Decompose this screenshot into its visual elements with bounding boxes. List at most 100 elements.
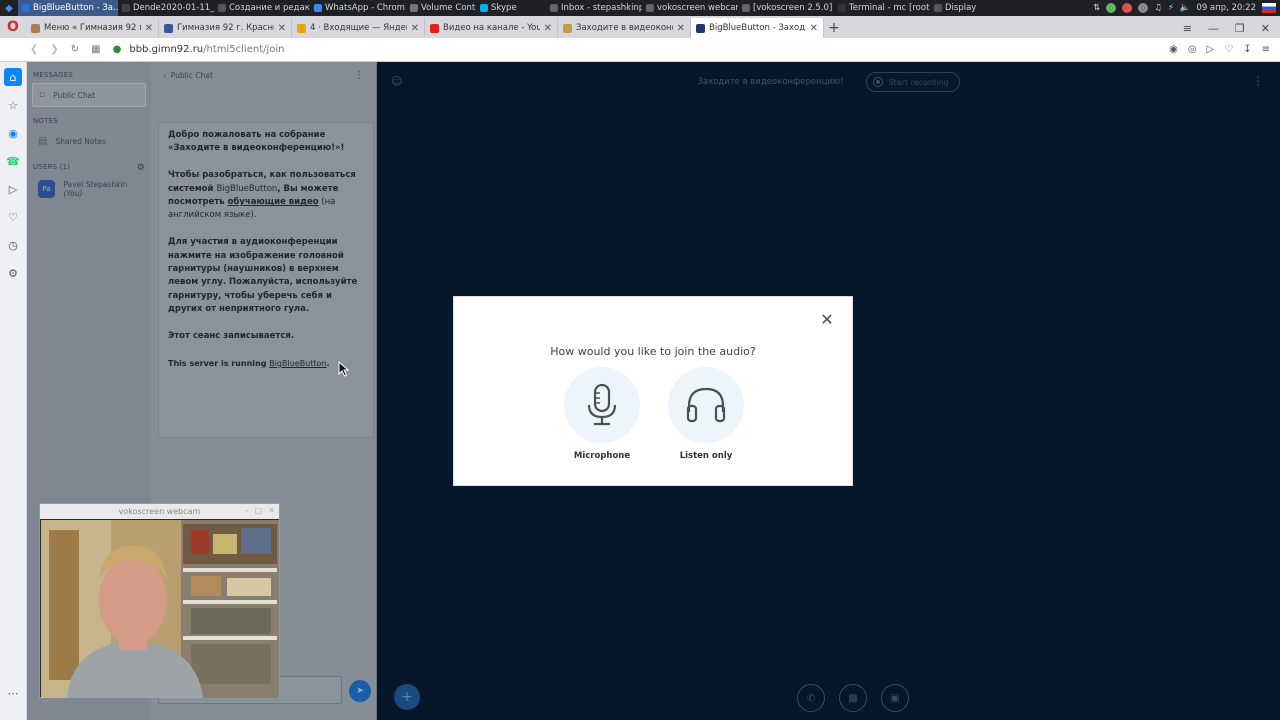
url-path: /html5client/join bbox=[203, 44, 285, 55]
home-icon[interactable]: ⌂ bbox=[4, 68, 22, 86]
more-dots-icon[interactable]: ⋯ bbox=[8, 687, 19, 700]
tab-close-icon[interactable]: ✕ bbox=[411, 23, 419, 34]
tab-menu-icon[interactable]: ≡ bbox=[1183, 22, 1192, 35]
webcam-scene-image bbox=[41, 520, 279, 698]
user-list-item[interactable]: Pa Pavel Stepashkin (You) bbox=[32, 177, 146, 201]
power-icon[interactable]: ⚡ bbox=[1168, 3, 1174, 13]
whatsapp-icon[interactable]: ☎ bbox=[4, 152, 22, 170]
webcam-maximize-icon[interactable]: □ bbox=[255, 506, 263, 515]
taskbar-task[interactable]: Dende2020-01-11_... bbox=[118, 0, 214, 16]
close-modal-button[interactable]: ✕ bbox=[819, 310, 835, 329]
taskbar-task[interactable]: Создание и редак... bbox=[214, 0, 310, 16]
taskbar-app-icon bbox=[646, 4, 654, 12]
users-settings-gear-icon[interactable]: ⚙ bbox=[137, 163, 145, 173]
personal-news-heart-icon[interactable]: ♡ bbox=[4, 208, 22, 226]
tab-grid-icon[interactable]: ▦ bbox=[91, 44, 100, 55]
forward-icon[interactable]: ❯ bbox=[50, 44, 58, 55]
browser-tab[interactable]: Заходите в видеоконфе ✕ bbox=[558, 18, 691, 38]
recording-notice: Этот сеанс записывается. bbox=[168, 331, 295, 342]
actions-plus-button[interactable]: + bbox=[394, 684, 420, 710]
send-icon[interactable]: ▷ bbox=[1207, 44, 1215, 55]
tutorial-bbb: BigBlueButton bbox=[216, 183, 278, 194]
webcam-minimize-icon[interactable]: – bbox=[245, 506, 249, 515]
record-icon bbox=[872, 77, 883, 87]
public-chat-item[interactable]: ▫ Public Chat bbox=[32, 83, 146, 107]
record-button[interactable]: Start recording bbox=[865, 72, 960, 92]
lock-icon[interactable]: ● bbox=[113, 44, 122, 55]
flow-send-icon[interactable]: ▷ bbox=[4, 180, 22, 198]
tab-close-icon[interactable]: ✕ bbox=[810, 23, 818, 34]
taskbar-task[interactable]: vokoscreen webcam bbox=[642, 0, 738, 16]
taskbar-task[interactable]: Inbox - stepashkinp... bbox=[546, 0, 642, 16]
notification-bell-icon[interactable]: ♫ bbox=[1154, 3, 1162, 13]
browser-tab[interactable]: BigBlueButton - Заходит ✕ bbox=[691, 18, 824, 38]
shared-notes-item[interactable]: ▤ Shared Notes bbox=[32, 129, 146, 153]
heart-icon[interactable]: ♡ bbox=[1224, 44, 1233, 55]
tab-close-icon[interactable]: ✕ bbox=[278, 23, 286, 34]
share-screen-button[interactable]: ▣ bbox=[881, 684, 909, 712]
tutorial-video-link[interactable]: обучающие видео bbox=[228, 197, 319, 207]
restore-icon[interactable]: ❐ bbox=[1235, 22, 1245, 35]
welcome-line: Добро пожаловать на собрание «Заходите в… bbox=[168, 130, 345, 154]
download-icon[interactable]: ↧ bbox=[1243, 44, 1251, 55]
app-tray-icon[interactable] bbox=[1138, 3, 1149, 13]
listen-only-button[interactable]: Listen only bbox=[666, 367, 746, 461]
send-message-button[interactable]: ➤ bbox=[349, 680, 371, 702]
webcam-title-bar[interactable]: vokoscreen webcam – □ ✕ bbox=[40, 504, 279, 519]
tab-close-icon[interactable]: ✕ bbox=[145, 23, 153, 34]
taskbar-app-icon bbox=[838, 4, 846, 12]
tab-close-icon[interactable]: ✕ bbox=[544, 23, 552, 34]
window-controls: ≡ — ❐ ✕ bbox=[1173, 18, 1280, 38]
keyboard-layout-flag-icon[interactable] bbox=[1262, 3, 1276, 13]
history-icon[interactable]: ◷ bbox=[4, 236, 22, 254]
network-icon[interactable]: ⇅ bbox=[1093, 3, 1100, 13]
tab-close-icon[interactable]: ✕ bbox=[677, 23, 685, 34]
clock[interactable]: 09 апр, 20:22 bbox=[1196, 3, 1256, 13]
browser-tab[interactable]: 4 · Входящие — Яндекс ✕ bbox=[292, 18, 425, 38]
users-title: USERS (1) bbox=[33, 163, 71, 171]
bbb-link[interactable]: BigBlueButton bbox=[269, 359, 326, 368]
share-webcam-button[interactable]: ▩ bbox=[839, 684, 867, 712]
hide-chat-button[interactable]: ‹ Public Chat bbox=[163, 71, 213, 80]
start-menu-icon[interactable]: ◆ bbox=[0, 0, 18, 16]
toggle-userlist-user-icon[interactable]: ☺ bbox=[391, 75, 402, 88]
webcam-window[interactable]: vokoscreen webcam – □ ✕ bbox=[39, 503, 280, 698]
join-audio-button[interactable]: ✆ bbox=[797, 684, 825, 712]
taskbar-task[interactable]: WhatsApp - Chrom... bbox=[310, 0, 406, 16]
taskbar-task[interactable]: [vokoscreen 2.5.0] bbox=[738, 0, 834, 16]
messenger-icon[interactable]: ◉ bbox=[4, 124, 22, 142]
volume-icon[interactable]: 🔈 bbox=[1180, 3, 1191, 13]
listen-only-label: Listen only bbox=[679, 451, 733, 461]
bookmarks-icon[interactable]: ☆ bbox=[4, 96, 22, 114]
settings-gear-icon[interactable]: ⚙ bbox=[4, 264, 22, 282]
taskbar-task[interactable]: BigBlueButton - За... bbox=[18, 0, 118, 16]
browser-tab[interactable]: Меню « Гимназия 92 г. К ✕ bbox=[26, 18, 159, 38]
taskbar-task[interactable]: Skype bbox=[476, 0, 546, 16]
minimize-icon[interactable]: — bbox=[1208, 22, 1219, 35]
check-icon[interactable] bbox=[1106, 3, 1117, 13]
screen-share-icon: ▣ bbox=[890, 692, 900, 704]
chat-options-kebab-icon[interactable]: ⋮ bbox=[354, 70, 364, 81]
url-field[interactable]: ● bbb.gimn92.ru/html5client/join bbox=[113, 44, 285, 55]
messages-section-title: MESSAGES bbox=[27, 62, 151, 79]
record-indicator-icon[interactable] bbox=[1122, 3, 1133, 13]
meeting-nav-bar: ☺ Заходите в видеоконференцию! Start rec… bbox=[377, 62, 1280, 102]
opera-menu-icon[interactable]: O bbox=[0, 16, 26, 38]
browser-tab[interactable]: Видео на канале - YouTu ✕ bbox=[425, 18, 558, 38]
browser-tab[interactable]: Гимназия 92 г. Краснод ✕ bbox=[159, 18, 292, 38]
shield-icon[interactable]: ◎ bbox=[1188, 44, 1197, 55]
taskbar-task[interactable]: Display bbox=[930, 0, 1026, 16]
taskbar-task[interactable]: Terminal - mc [root... bbox=[834, 0, 930, 16]
close-window-icon[interactable]: ✕ bbox=[1261, 22, 1270, 35]
taskbar-app-icon bbox=[122, 4, 130, 12]
webcam-close-icon[interactable]: ✕ bbox=[268, 506, 275, 515]
easy-setup-icon[interactable]: ≡ bbox=[1262, 44, 1270, 55]
new-tab-button[interactable]: + bbox=[824, 18, 844, 38]
tab-favicon-icon bbox=[696, 23, 705, 33]
options-kebab-icon[interactable]: ⋮ bbox=[1252, 74, 1264, 88]
microphone-button[interactable]: Microphone bbox=[562, 367, 642, 461]
taskbar-task[interactable]: Volume Control bbox=[406, 0, 476, 16]
camera-icon[interactable]: ◉ bbox=[1169, 44, 1178, 55]
back-icon[interactable]: ❮ bbox=[30, 44, 38, 55]
reload-icon[interactable]: ↻ bbox=[71, 44, 79, 55]
